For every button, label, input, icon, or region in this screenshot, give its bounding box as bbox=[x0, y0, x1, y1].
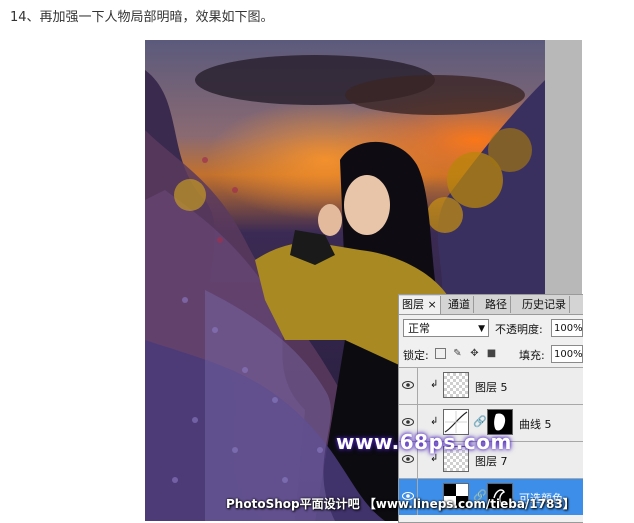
opacity-input[interactable]: 100% bbox=[551, 319, 583, 337]
chain-link-icon: 🔗 bbox=[473, 415, 487, 428]
clipping-arrow-icon: ↲ bbox=[430, 379, 439, 390]
lock-label: 锁定: bbox=[403, 349, 429, 362]
opacity-label: 不透明度: bbox=[495, 323, 543, 336]
fill-input[interactable]: 100% bbox=[551, 345, 583, 363]
credit-watermark: PhotoShop平面设计吧 【www.lineps.com/tieba/178… bbox=[226, 497, 575, 511]
layer-row[interactable]: ↲ 图层 5 bbox=[399, 367, 583, 404]
lock-row: 锁定: ✎ ✥ ■ 填充: 100% bbox=[401, 345, 583, 365]
site-watermark: www.68ps.com bbox=[336, 430, 512, 454]
step-heading: 14、再加强一下人物局部明暗，效果如下图。 bbox=[10, 10, 274, 25]
layer-name: 图层 5 bbox=[475, 381, 508, 394]
lock-move-icon[interactable]: ✥ bbox=[469, 348, 480, 359]
layers-panel: 图层 × 通道 路径 历史记录 正常 ▼ 不透明度: 100% 锁定: ✎ ✥ … bbox=[398, 294, 583, 523]
eye-icon bbox=[402, 455, 414, 463]
visibility-toggle[interactable] bbox=[399, 368, 418, 404]
eye-icon bbox=[402, 381, 414, 389]
fill-label: 填充: bbox=[519, 349, 545, 362]
panel-tabs: 图层 × 通道 路径 历史记录 bbox=[399, 295, 583, 315]
chevron-down-icon: ▼ bbox=[478, 324, 485, 334]
tab-paths[interactable]: 路径 bbox=[482, 296, 511, 313]
canvas-gray-area bbox=[545, 40, 582, 295]
clipping-arrow-icon: ↲ bbox=[430, 416, 439, 427]
lock-brush-icon[interactable]: ✎ bbox=[452, 348, 463, 359]
blend-row: 正常 ▼ 不透明度: 100% bbox=[401, 318, 583, 340]
eye-icon bbox=[402, 418, 414, 426]
blend-mode-select[interactable]: 正常 ▼ bbox=[403, 319, 489, 337]
tab-layers[interactable]: 图层 × bbox=[399, 296, 441, 314]
clipping-arrow-icon: ↲ bbox=[430, 453, 439, 464]
blend-mode-value: 正常 bbox=[408, 322, 430, 335]
layer-name: 图层 7 bbox=[475, 455, 508, 468]
tab-channels[interactable]: 通道 bbox=[445, 296, 474, 313]
layer-name: 曲线 5 bbox=[519, 418, 552, 431]
layer-thumbnail bbox=[443, 372, 469, 398]
tab-history[interactable]: 历史记录 bbox=[519, 296, 570, 313]
lock-transparency-icon[interactable] bbox=[435, 348, 446, 359]
lock-all-icon[interactable]: ■ bbox=[486, 348, 497, 359]
